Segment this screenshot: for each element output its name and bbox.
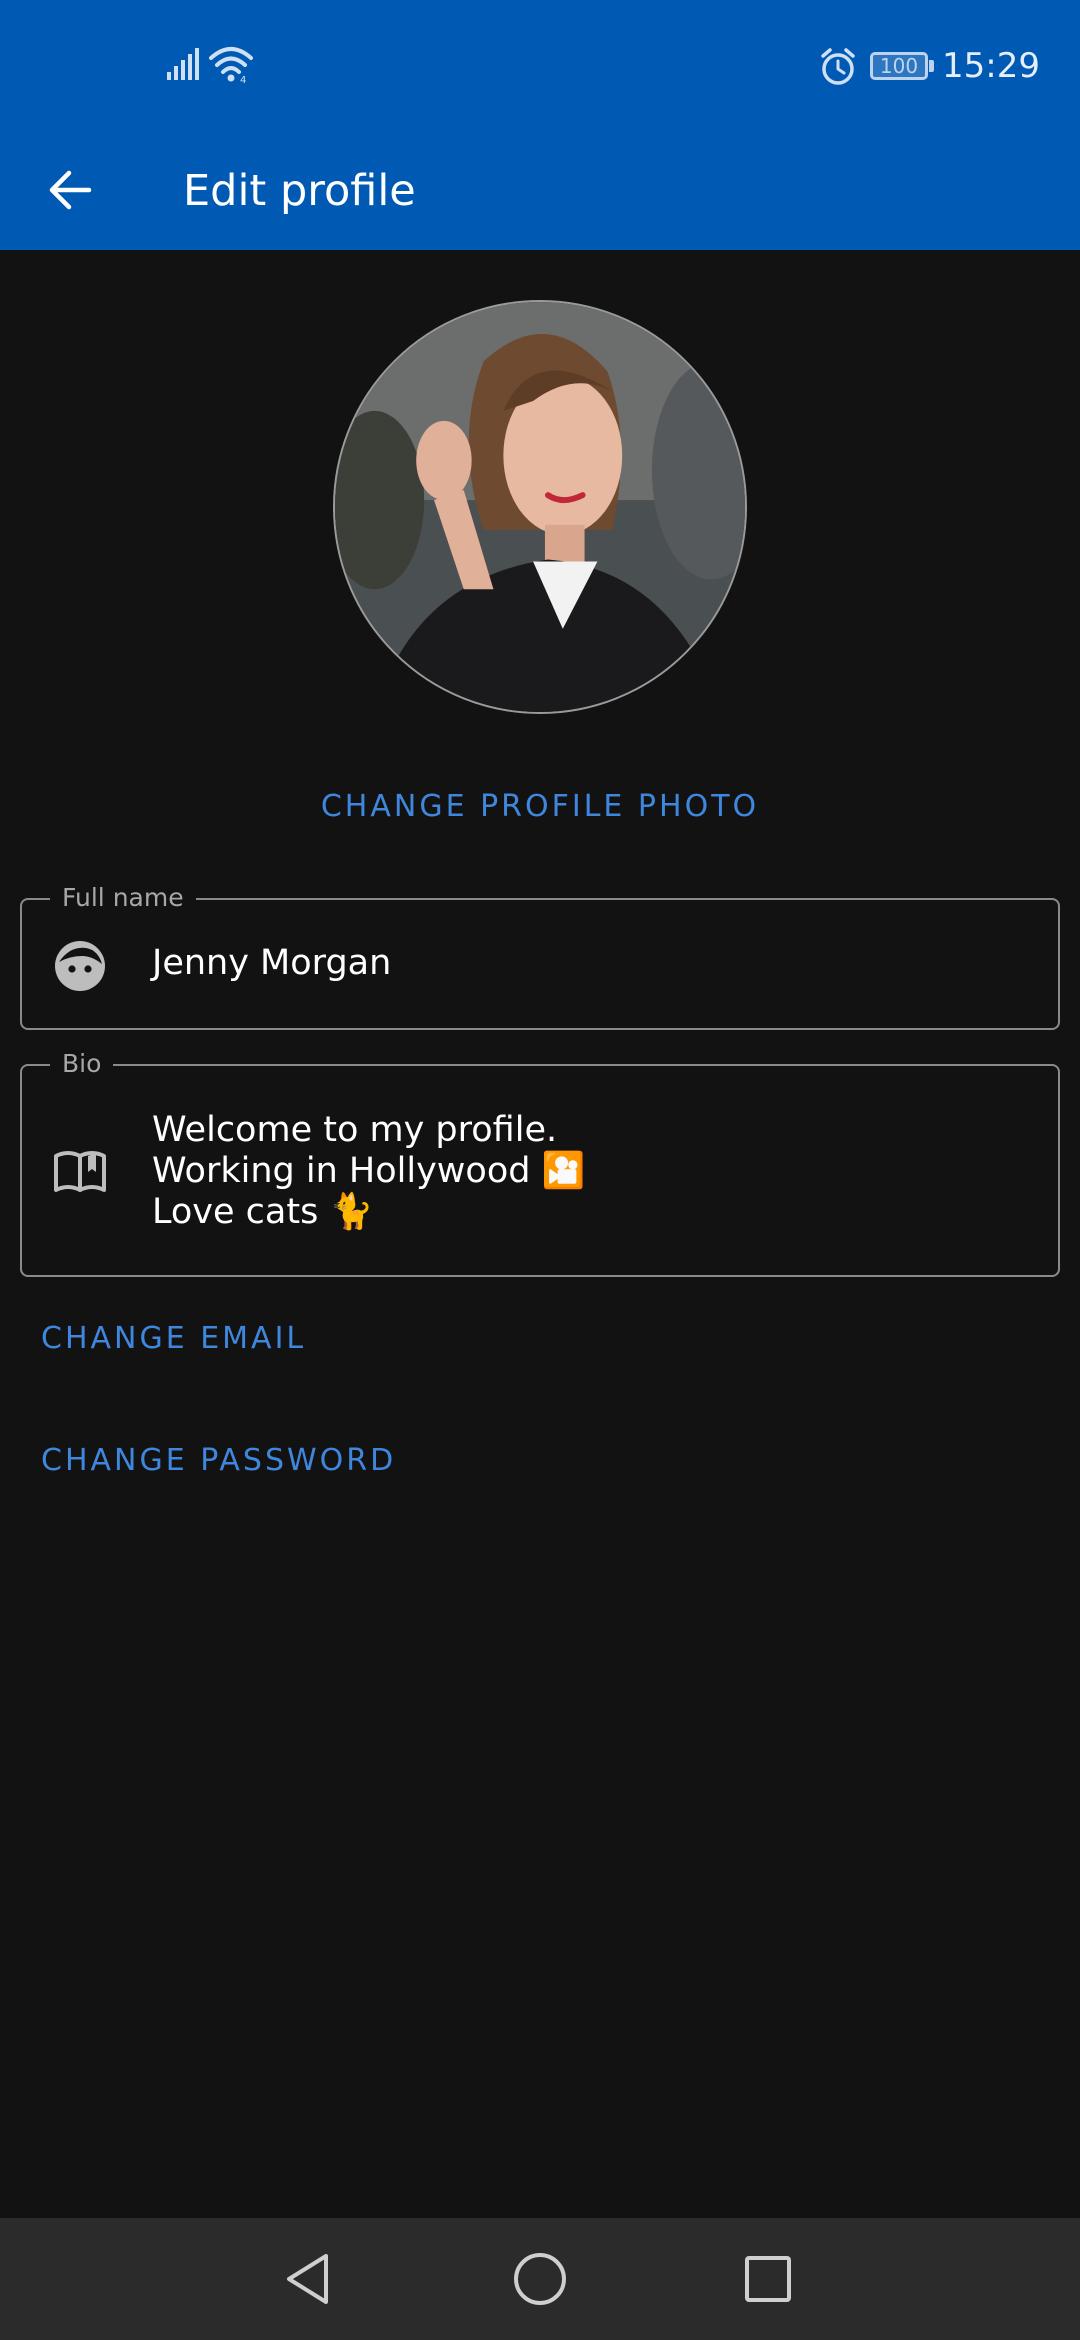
change-profile-photo-button[interactable]: CHANGE PROFILE PHOTO: [0, 782, 1080, 832]
profile-photo[interactable]: [333, 300, 747, 714]
bio-label: Bio: [50, 1048, 114, 1080]
full-name-label: Full name: [50, 882, 196, 914]
alarm-icon: [821, 48, 855, 85]
signal-icon: [167, 48, 199, 80]
header: 4 100 15:29 Edit profile: [0, 0, 1080, 250]
nav-recent-button[interactable]: [730, 2241, 806, 2317]
status-time: 15:29: [942, 46, 1040, 86]
nav-home-icon: [514, 2253, 566, 2305]
battery-icon: 100: [870, 52, 928, 80]
change-password-button[interactable]: CHANGE PASSWORD: [41, 1438, 396, 1484]
bio-line: Love cats 🐈: [152, 1192, 374, 1232]
nav-back-button[interactable]: [270, 2241, 346, 2317]
arrow-left-icon: [49, 170, 92, 210]
book-open-icon: [54, 1151, 106, 1192]
full-name-input[interactable]: Jenny Morgan: [152, 942, 391, 984]
battery-level: 100: [879, 54, 919, 78]
full-name-field[interactable]: Full name Jenny Morgan: [20, 882, 1060, 1030]
nav-back-icon: [287, 2254, 328, 2304]
back-button[interactable]: [34, 154, 106, 226]
nav-home-button[interactable]: [502, 2241, 578, 2317]
bio-input[interactable]: Welcome to my profile. Working in Hollyw…: [152, 1110, 585, 1233]
profile-photo-image: [335, 302, 745, 712]
bio-line: Welcome to my profile.: [152, 1110, 558, 1150]
battery-tip: [929, 60, 934, 72]
status-bar: 4 100 15:29: [0, 0, 1080, 132]
change-email-button[interactable]: CHANGE EMAIL: [41, 1316, 306, 1362]
bio-line: Working in Hollywood 🎦: [152, 1151, 586, 1191]
svg-text:4: 4: [240, 75, 246, 84]
bio-field[interactable]: Bio Welcome to my profile. Working in Ho…: [20, 1048, 1060, 1277]
page-title: Edit profile: [183, 166, 416, 216]
wifi-icon: 4: [209, 47, 253, 84]
nav-recent-icon: [745, 2256, 791, 2302]
navigation-bar: [0, 2218, 1080, 2340]
app-bar: Edit profile: [0, 132, 1080, 250]
face-icon: [55, 941, 105, 991]
